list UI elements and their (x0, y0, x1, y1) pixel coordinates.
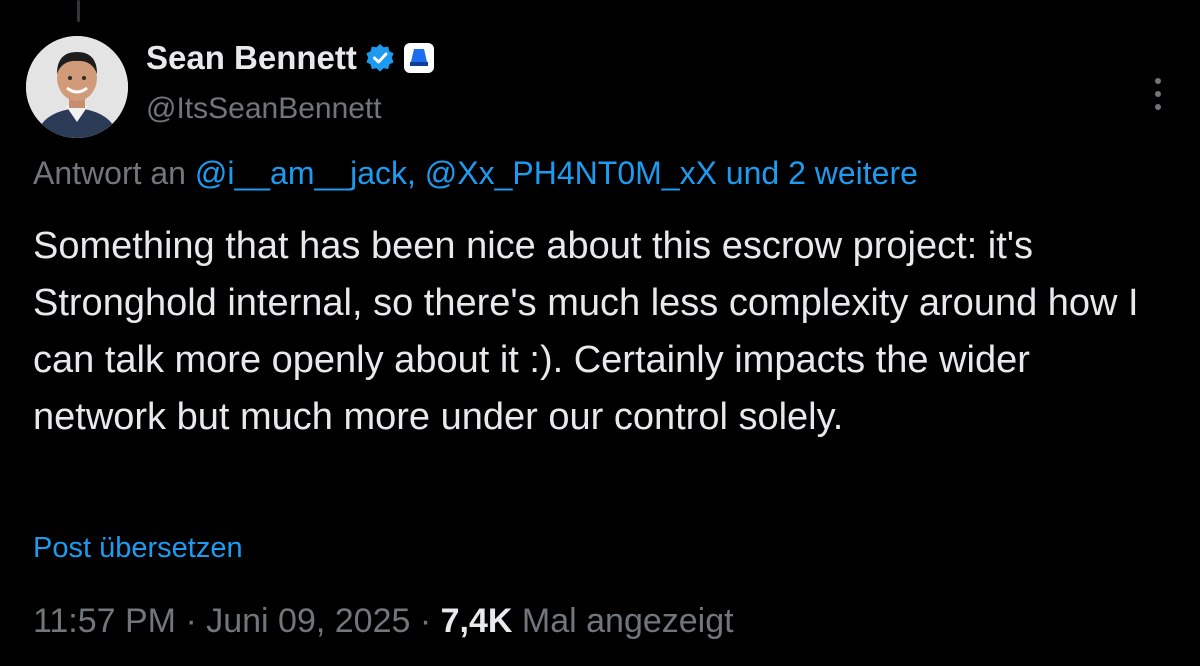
views-count[interactable]: 7,4K (441, 602, 513, 640)
reply-context-others[interactable]: und 2 weitere (717, 155, 918, 191)
author-handle[interactable]: @ItsSeanBennett (146, 92, 382, 126)
meta-separator: · (410, 602, 441, 640)
avatar-photo (26, 36, 128, 138)
post-text: Something that has been nice about this … (33, 225, 1139, 438)
post-date[interactable]: Juni 09, 2025 (206, 602, 410, 640)
more-options-icon (1155, 78, 1161, 110)
reply-context-prefix: Antwort an (33, 155, 195, 191)
reply-context: Antwort an @i__am__jack, @Xx_PH4NT0M_xX … (33, 155, 918, 192)
thread-connector-line (77, 0, 80, 22)
views-label: Mal angezeigt (512, 602, 734, 640)
author-display-name[interactable]: Sean Bennett (146, 39, 357, 77)
affiliate-badge-icon[interactable] (403, 42, 435, 74)
translate-post-link[interactable]: Post übersetzen (33, 532, 243, 565)
author-name-row: Sean Bennett (146, 38, 435, 78)
reply-context-mentions[interactable]: @i__am__jack, @Xx_PH4NT0M_xX (195, 155, 717, 191)
meta-separator: · (176, 602, 207, 640)
post-meta: 11:57 PM · Juni 09, 2025 · 7,4K Mal ange… (33, 602, 734, 641)
verified-badge-icon (365, 43, 395, 73)
avatar[interactable] (26, 36, 128, 138)
more-options-button[interactable] (1138, 66, 1178, 122)
post-time[interactable]: 11:57 PM (33, 602, 176, 640)
